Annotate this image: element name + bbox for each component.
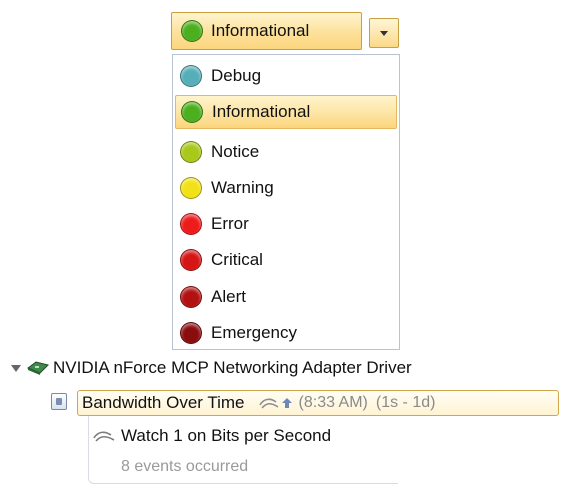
severity-option-label: Informational	[212, 102, 311, 121]
yellow-green-circle-icon	[180, 141, 202, 163]
rule-time: (8:33 AM)	[298, 394, 368, 411]
severity-option-label: Warning	[211, 178, 274, 197]
network-adapter-icon	[27, 361, 49, 375]
collapse-triangle-icon[interactable]	[11, 364, 21, 372]
severity-dropdown-list: Debug Informational Notice Warning Error…	[172, 54, 400, 350]
severity-option-label: Critical	[211, 250, 263, 269]
severity-option-debug[interactable]: Debug	[175, 59, 397, 93]
severity-option-error[interactable]: Error	[175, 207, 397, 241]
severity-option-label: Notice	[211, 142, 260, 161]
severity-option-critical[interactable]: Critical	[175, 243, 397, 277]
severity-option-label: Alert	[211, 287, 246, 306]
dropdown-arrow-button[interactable]	[369, 18, 399, 48]
watch-eye-icon	[258, 398, 278, 409]
adapter-tree-node[interactable]: NVIDIA nForce MCP Networking Adapter Dri…	[0, 356, 412, 380]
adapter-name: NVIDIA nForce MCP Networking Adapter Dri…	[53, 358, 412, 377]
watch-tree-node[interactable]: Watch 1 on Bits per Second	[93, 426, 331, 446]
severity-option-emergency[interactable]: Emergency	[175, 316, 397, 350]
maroon-circle-icon	[180, 322, 202, 344]
watch-label: Watch 1 on Bits per Second	[121, 426, 332, 445]
dark-red-circle-icon	[180, 286, 202, 308]
watch-eye-icon	[93, 431, 115, 442]
teal-circle-icon	[180, 65, 202, 87]
severity-option-notice[interactable]: Notice	[175, 135, 397, 169]
watch-detail-panel: Watch 1 on Bits per Second 8 events occu…	[88, 416, 398, 484]
yellow-circle-icon	[180, 177, 202, 199]
selected-severity-label: Informational	[211, 21, 310, 40]
severity-option-alert[interactable]: Alert	[175, 280, 397, 314]
chevron-down-icon	[380, 30, 388, 36]
severity-combo-field[interactable]: Informational	[171, 12, 362, 50]
rule-document-icon	[51, 393, 67, 410]
severity-option-label: Error	[211, 214, 249, 233]
events-count: 8 events occurred	[121, 458, 249, 475]
rule-title: Bandwidth Over Time	[82, 393, 245, 412]
severity-option-label: Debug	[211, 66, 262, 85]
rule-range: (1s - 1d)	[375, 394, 436, 411]
red-circle-icon	[180, 249, 202, 271]
rule-tree-node[interactable]: Bandwidth Over Time (8:33 AM) (1s - 1d)	[77, 390, 559, 416]
severity-option-informational[interactable]: Informational	[175, 95, 397, 129]
severity-option-label: Emergency	[211, 323, 297, 342]
severity-option-warning[interactable]: Warning	[175, 171, 397, 205]
selected-severity-icon	[181, 20, 203, 42]
green-circle-icon	[181, 101, 203, 123]
red-circle-icon	[180, 213, 202, 235]
severity-combobox[interactable]: Informational	[171, 12, 403, 52]
priority-up-arrow-icon	[281, 398, 292, 408]
